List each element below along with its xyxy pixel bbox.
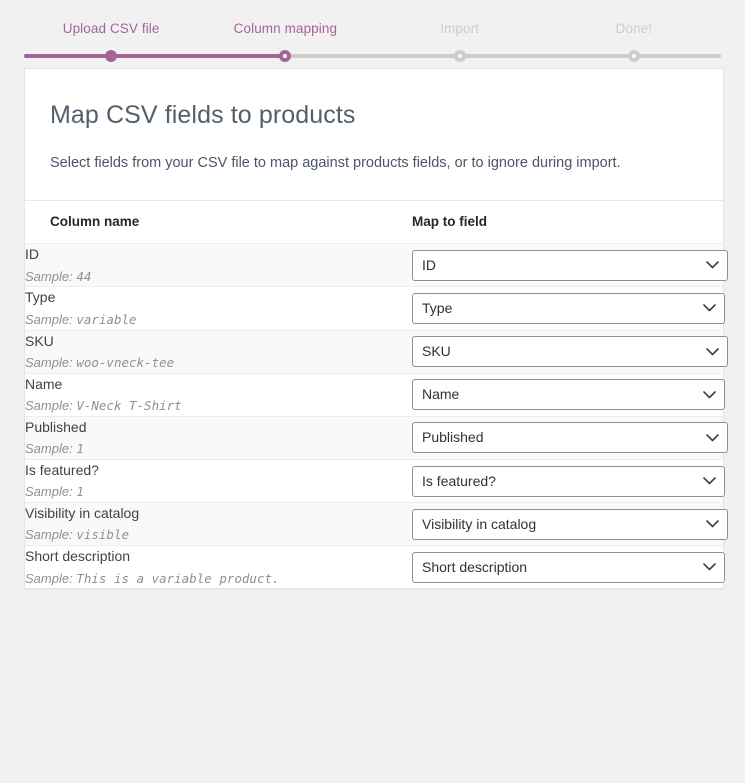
csv-column-cell: ID Sample: 44 [25, 244, 412, 287]
csv-column-cell: Is featured? Sample: 1 [25, 459, 412, 502]
csv-column-name: ID [25, 246, 39, 263]
csv-column-cell: Visibility in catalog Sample: visible [25, 503, 412, 546]
map-field-select-value[interactable]: Is featured? [412, 465, 725, 497]
table-header-row: Column name Map to field [25, 200, 723, 244]
map-field-select-value[interactable]: ID [412, 249, 728, 281]
table-body: ID Sample: 44 ID Type Sample: variable Type SK… [25, 243, 728, 589]
table-row: ID Sample: 44 ID [25, 243, 728, 287]
sample-value: 1 [76, 484, 84, 500]
map-field-select[interactable]: Name [412, 379, 725, 411]
csv-column-sample: Sample: 44 [25, 268, 412, 287]
csv-column-name: Name [25, 375, 63, 392]
sample-value: 44 [76, 268, 92, 284]
map-field-select-value[interactable]: Name [412, 379, 725, 411]
stepper-step-label: Done! [615, 21, 653, 36]
sample-value: This is a variable product. [76, 570, 280, 586]
csv-column-cell: Published Sample: 1 [25, 416, 412, 459]
map-field-cell: Short description [412, 546, 725, 589]
stepper-step-label: Upload CSV file [62, 21, 160, 36]
csv-column-name: Visibility in catalog [25, 505, 140, 522]
stepper-labels: Upload CSV file Column mapping Import Done! [0, 22, 745, 36]
csv-column-sample: Sample: This is a variable product. [25, 570, 412, 589]
column-header-map-to-field: Map to field [412, 200, 723, 244]
map-field-select-value[interactable]: Visibility in catalog [412, 508, 728, 540]
column-header-column-name: Column name [25, 200, 412, 244]
stepper-track [24, 49, 721, 62]
sample-value: variable [76, 311, 137, 327]
csv-column-sample: Sample: 1 [25, 440, 412, 459]
table-row: Is featured? Sample: 1 Is featured? [25, 459, 725, 502]
csv-column-sample: Sample: variable [25, 311, 412, 330]
csv-column-sample: Sample: visible [25, 526, 412, 545]
map-field-select-value[interactable]: Short description [412, 551, 725, 583]
csv-column-name: Short description [25, 548, 131, 565]
stepper-dot-2 [279, 49, 292, 62]
table-row: SKU Sample: woo-vneck-tee SKU [25, 330, 728, 374]
stepper-track-progress [24, 53, 286, 58]
sample-prefix-label: Sample: [25, 570, 73, 586]
csv-column-name: Is featured? [25, 461, 99, 478]
map-field-select[interactable]: Short description [412, 551, 725, 583]
table-row: Type Sample: variable Type [25, 286, 725, 330]
csv-column-name: Published [25, 418, 87, 435]
csv-column-cell: Name Sample: V-Neck T-Shirt [25, 373, 412, 416]
map-field-select-value[interactable]: Published [412, 422, 728, 454]
map-field-select[interactable]: Type [412, 292, 725, 324]
map-field-cell: Type [412, 287, 725, 330]
map-field-cell: Published [412, 416, 728, 459]
sample-prefix-label: Sample: [25, 527, 73, 543]
csv-column-name: Type [25, 289, 56, 306]
map-field-select[interactable]: Is featured? [412, 465, 725, 497]
stepper-dot-4 [627, 49, 640, 62]
csv-column-cell: Type Sample: variable [25, 287, 412, 330]
map-field-select[interactable]: SKU [412, 336, 728, 368]
sample-prefix-label: Sample: [25, 484, 73, 500]
sample-value: 1 [76, 441, 84, 457]
csv-column-sample: Sample: 1 [25, 483, 412, 502]
mapping-card: Map CSV fields to products Select fields… [24, 68, 728, 590]
table-head: Column name Map to field [25, 200, 723, 244]
map-field-cell: ID [412, 244, 728, 287]
stepper-step-1: Upload CSV file [24, 22, 198, 36]
import-progress-stepper: Upload CSV file Column mapping Import Done! [0, 0, 745, 62]
stepper-step-3: Import [373, 22, 547, 36]
stepper-step-2: Column mapping [198, 22, 372, 36]
table-row: Visibility in catalog Sample: visible Visi… [25, 502, 728, 546]
sample-value: V-Neck T-Shirt [76, 397, 182, 413]
field-mapping-table: Column name Map to field ID Sample: 44 ID T… [25, 200, 728, 589]
stepper-step-label: Import [440, 21, 480, 36]
sample-value: visible [76, 527, 130, 543]
map-field-select-value[interactable]: SKU [412, 336, 728, 368]
map-field-cell: Visibility in catalog [412, 503, 728, 546]
page-title: Map CSV fields to products [50, 101, 356, 129]
table-row: Name Sample: V-Neck T-Shirt Name [25, 373, 725, 416]
stepper-step-label: Column mapping [233, 21, 338, 36]
stepper-dot-1 [105, 49, 118, 62]
card-header: Map CSV fields to products Select fields… [25, 69, 723, 200]
sample-prefix-label: Sample: [25, 268, 73, 284]
map-field-cell: SKU [412, 330, 728, 373]
csv-column-cell: SKU Sample: woo-vneck-tee [25, 330, 412, 373]
map-field-select[interactable]: Published [412, 422, 728, 454]
stepper-step-4: Done! [547, 22, 721, 36]
map-field-select[interactable]: Visibility in catalog [412, 508, 728, 540]
csv-column-cell: Short description Sample: This is a varia… [25, 546, 412, 589]
sample-prefix-label: Sample: [25, 354, 73, 370]
csv-column-sample: Sample: V-Neck T-Shirt [25, 397, 412, 416]
table-row: Short description Sample: This is a varia… [25, 545, 725, 589]
stepper-dot-3 [453, 49, 466, 62]
page-description: Select fields from your CSV file to map … [50, 154, 621, 171]
sample-prefix-label: Sample: [25, 397, 73, 413]
map-field-select-value[interactable]: Type [412, 292, 725, 324]
sample-prefix-label: Sample: [25, 311, 73, 327]
csv-column-name: SKU [25, 332, 54, 349]
sample-value: woo-vneck-tee [76, 354, 175, 370]
map-field-cell: Name [412, 373, 725, 416]
sample-prefix-label: Sample: [25, 441, 73, 457]
table-row: Published Sample: 1 Published [25, 416, 728, 460]
map-field-cell: Is featured? [412, 459, 725, 502]
csv-column-sample: Sample: woo-vneck-tee [25, 354, 412, 373]
map-field-select[interactable]: ID [412, 249, 728, 281]
